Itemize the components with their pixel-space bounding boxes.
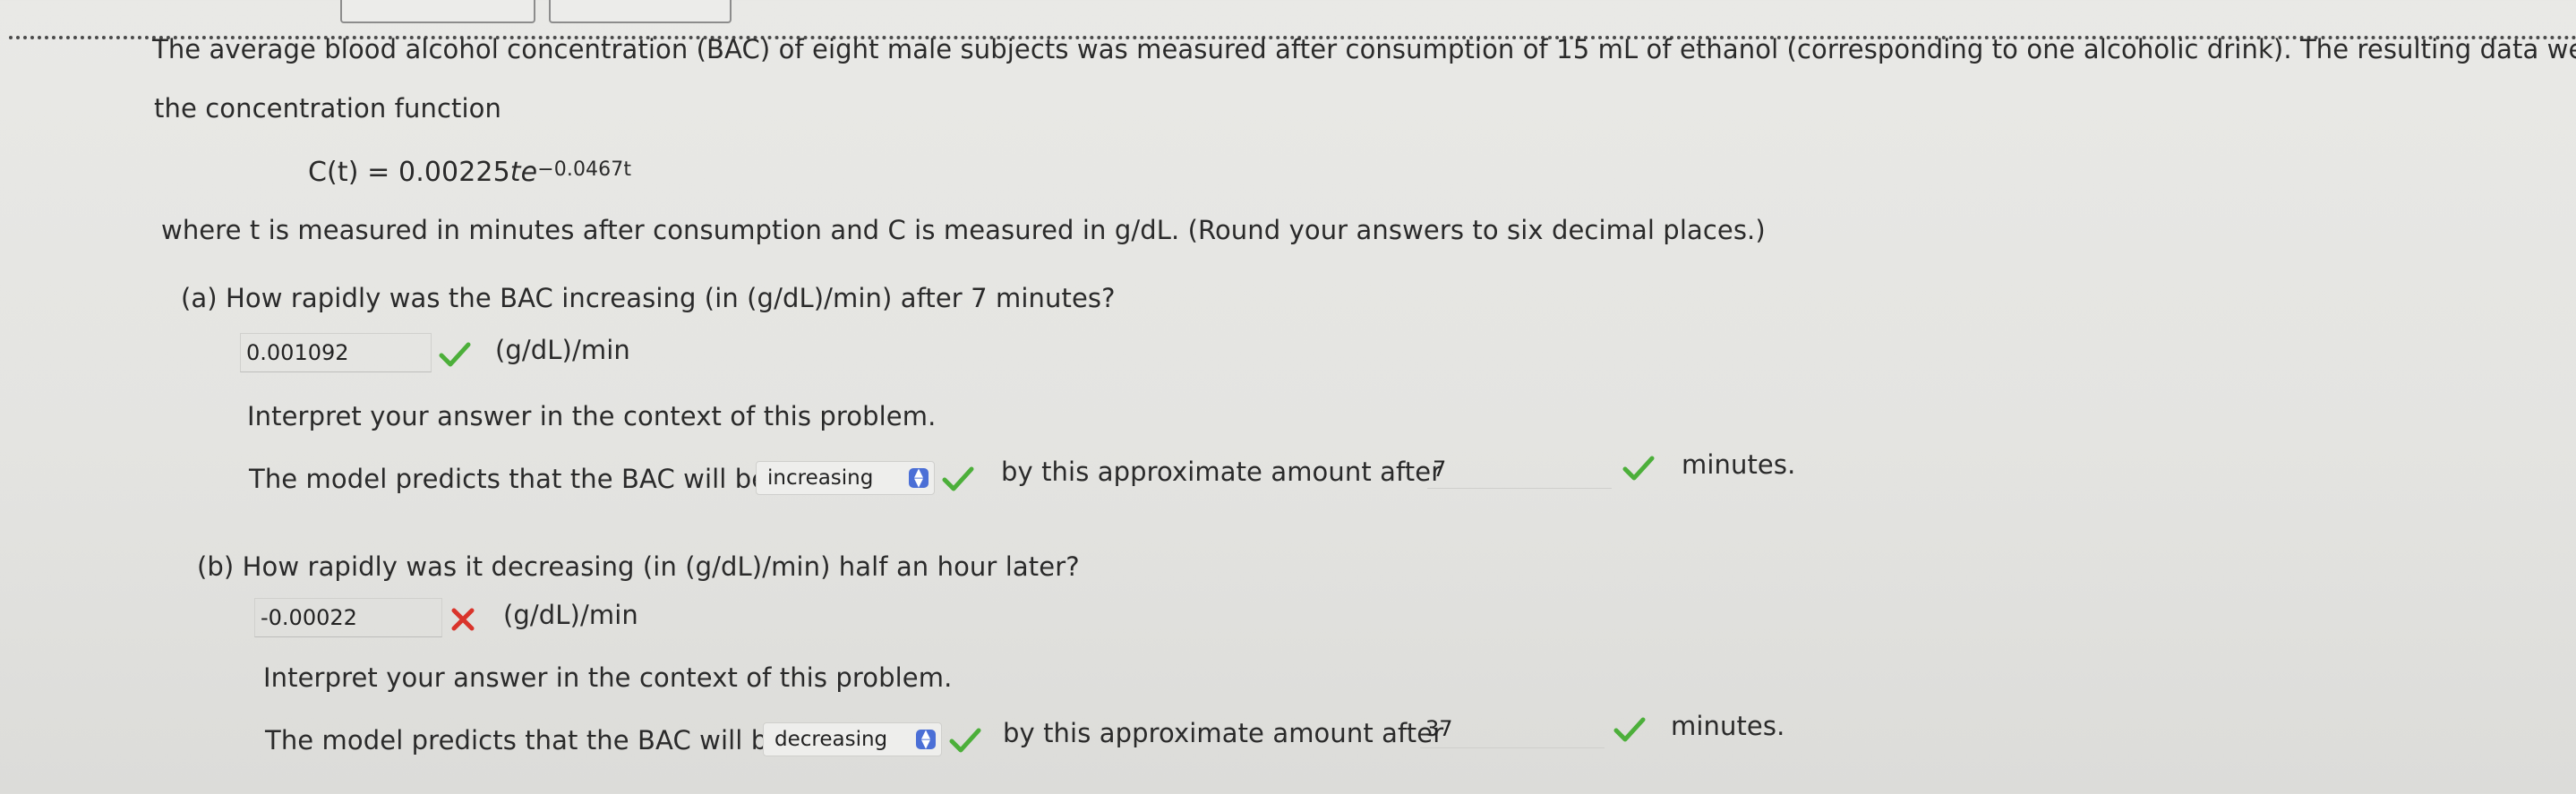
top-tab-left[interactable] — [340, 0, 535, 23]
checkmark-icon — [1613, 717, 1646, 742]
part-b-sentence-mid: by this approximate amount after — [1003, 718, 1444, 748]
checkmark-icon — [949, 728, 981, 753]
part-a-sentence-mid: by this approximate amount after — [1001, 457, 1442, 487]
part-b-minutes-input[interactable] — [1420, 709, 1605, 748]
part-a-select-value: increasing — [767, 466, 874, 490]
formula-var: t — [509, 157, 521, 188]
part-b-answer-input[interactable] — [254, 598, 442, 637]
part-a-question: (a) How rapidly was the BAC increasing (… — [181, 283, 1116, 313]
part-a-sentence-end: minutes. — [1682, 449, 1796, 480]
x-mark-icon — [451, 608, 475, 631]
updown-chevron-icon: ▲ ▼ — [916, 729, 936, 750]
part-a-sentence-start: The model predicts that the BAC will be — [249, 464, 768, 494]
part-a-minutes-input[interactable] — [1427, 449, 1612, 489]
updown-chevron-icon: ▲ ▼ — [909, 467, 929, 489]
part-b-direction-select[interactable]: decreasing ▲ ▼ — [763, 722, 942, 756]
top-tab-right[interactable] — [549, 0, 732, 23]
part-b-interpret-prompt: Interpret your answer in the context of … — [263, 662, 953, 693]
part-a-answer-input[interactable] — [240, 333, 432, 372]
formula-exponent: −0.0467t — [537, 158, 632, 181]
part-a-interpret-prompt: Interpret your answer in the context of … — [247, 401, 937, 431]
checkmark-icon — [1622, 456, 1655, 481]
problem-where-line: where t is measured in minutes after con… — [161, 215, 1766, 245]
part-b-question: (b) How rapidly was it decreasing (in (g… — [197, 551, 1080, 582]
problem-intro-line1: The average blood alcohol concentration … — [152, 34, 2576, 64]
checkmark-icon — [439, 342, 471, 367]
concentration-formula: C(t) = 0.00225te−0.0467t — [308, 157, 631, 188]
formula-base: e — [520, 157, 538, 188]
part-b-unit: (g/dL)/min — [503, 600, 638, 630]
part-a-unit: (g/dL)/min — [495, 335, 630, 365]
part-b-select-value: decreasing — [775, 728, 888, 751]
problem-intro-line2: the concentration function — [154, 93, 501, 124]
part-b-sentence-start: The model predicts that the BAC will be — [265, 725, 784, 756]
formula-lhs: C(t) = 0.00225 — [308, 157, 510, 188]
part-a-direction-select[interactable]: increasing ▲ ▼ — [756, 461, 935, 495]
part-b-sentence-end: minutes. — [1671, 711, 1785, 741]
checkmark-icon — [942, 466, 974, 491]
